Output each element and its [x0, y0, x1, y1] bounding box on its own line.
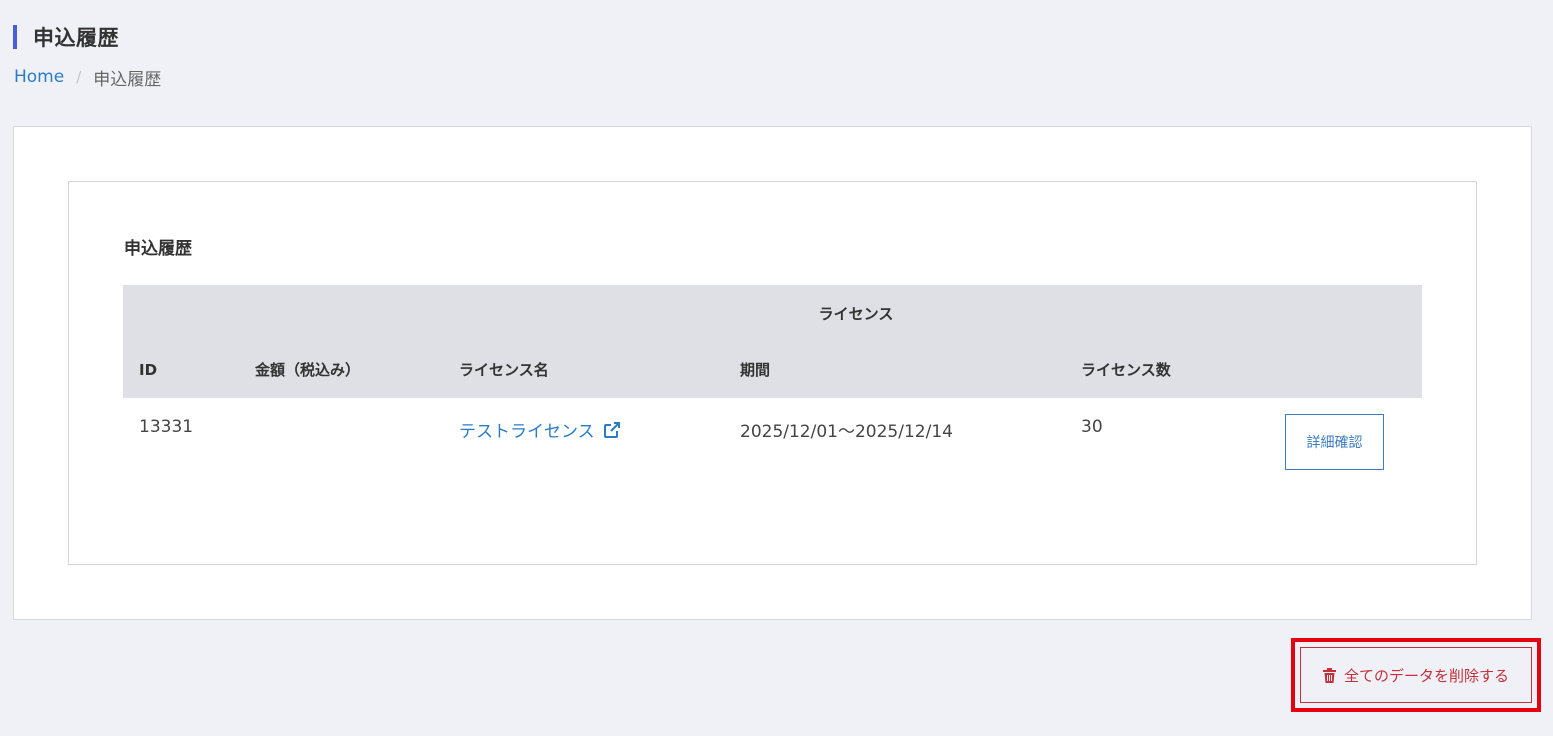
cell-license-count: 30 — [1081, 417, 1103, 437]
trash-icon — [1322, 667, 1336, 683]
cell-id: 13331 — [139, 417, 194, 437]
breadcrumb-home-link[interactable]: Home — [14, 67, 64, 87]
group-header-license: ライセンス — [443, 285, 1270, 341]
breadcrumb-separator: / — [76, 68, 82, 86]
group-header-empty — [239, 285, 443, 341]
page-title: 申込履歴 — [13, 24, 119, 50]
section-title: 申込履歴 — [124, 239, 192, 259]
delete-highlight-box: 全てのデータを削除する — [1291, 638, 1541, 712]
external-link-icon — [603, 421, 620, 438]
license-name-text: テストライセンス — [459, 422, 595, 442]
cell-action: 詳細確認 — [1269, 398, 1422, 482]
table-row: 13331 テストライセンス 2025/12/01〜2025/12/14 30 … — [123, 398, 1422, 482]
cell-period: 2025/12/01〜2025/12/14 — [740, 422, 953, 442]
header-action — [1269, 341, 1423, 398]
title-accent-bar — [13, 25, 17, 49]
group-header-empty — [123, 285, 239, 341]
group-header-empty — [1269, 285, 1423, 341]
header-license-count: ライセンス数 — [1065, 341, 1270, 398]
detail-button[interactable]: 詳細確認 — [1285, 414, 1385, 470]
cell-amount — [239, 398, 443, 482]
header-id: ID — [123, 341, 239, 398]
history-table: ライセンス ID 金額（税込み） ライセンス名 期間 ライセンス数 13331 — [123, 285, 1423, 482]
table-header-row: ID 金額（税込み） ライセンス名 期間 ライセンス数 — [123, 341, 1423, 398]
page-title-text: 申込履歴 — [33, 26, 119, 50]
content-card: 申込履歴 ライセンス ID 金額（税込み） ライセンス名 期間 ライセンス数 1… — [13, 126, 1532, 620]
header-period: 期間 — [724, 341, 1065, 398]
cell-license-name: テストライセンス — [443, 398, 724, 482]
header-license-name: ライセンス名 — [443, 341, 724, 398]
delete-all-button[interactable]: 全てのデータを削除する — [1300, 647, 1532, 703]
header-amount: 金額（税込み） — [239, 341, 443, 398]
license-name-link[interactable]: テストライセンス — [459, 417, 621, 442]
table-group-header-row: ライセンス — [123, 285, 1423, 341]
breadcrumb-current: 申込履歴 — [93, 69, 162, 90]
breadcrumb: Home / 申込履歴 — [14, 66, 162, 90]
history-panel: 申込履歴 ライセンス ID 金額（税込み） ライセンス名 期間 ライセンス数 1… — [68, 181, 1477, 565]
delete-all-label: 全てのデータを削除する — [1343, 666, 1509, 685]
